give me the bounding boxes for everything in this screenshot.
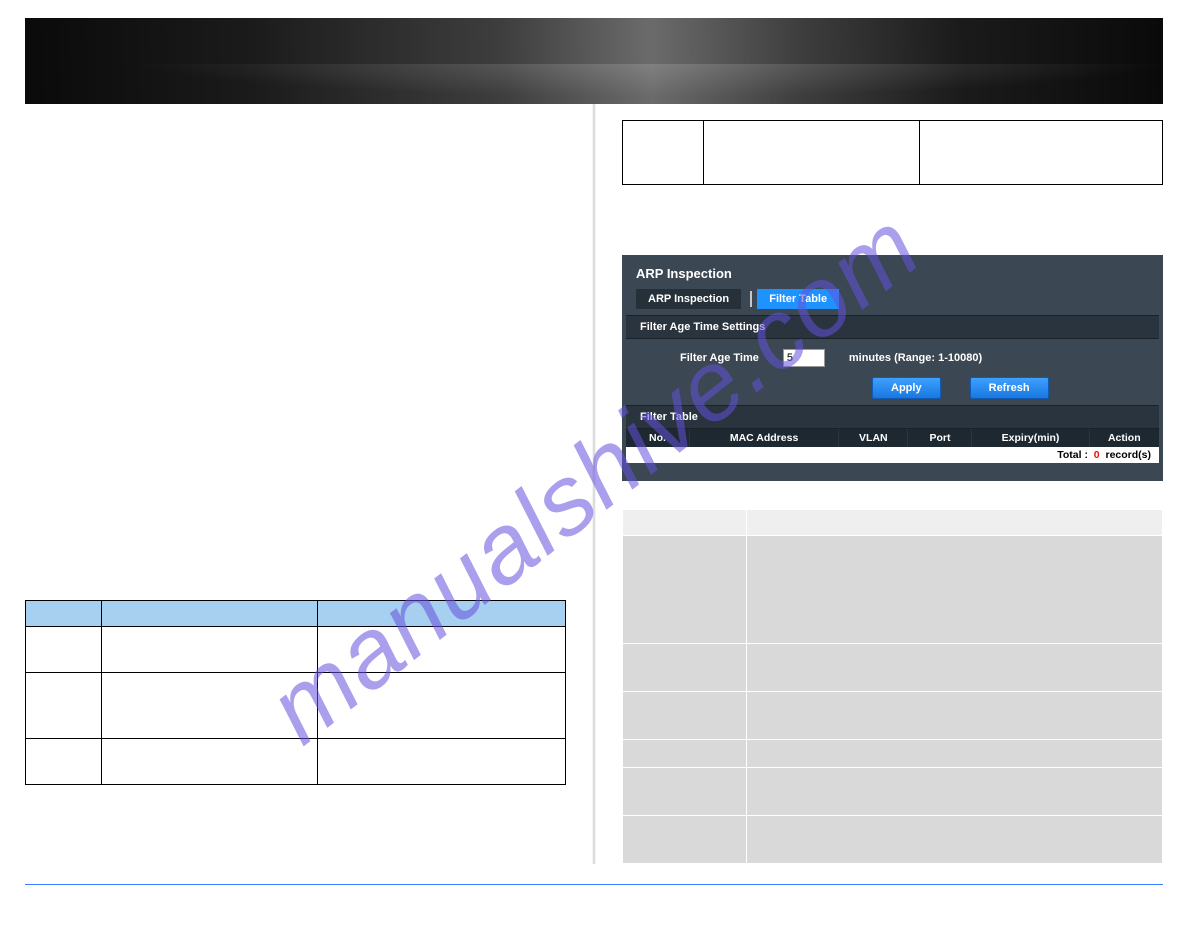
refresh-button[interactable]: Refresh [970,377,1049,399]
col-vlan: VLAN [839,429,908,447]
filter-age-time-input[interactable] [783,349,825,367]
description-table [622,509,1163,864]
filter-age-time-label: Filter Age Time [680,352,759,364]
tab-filter-table[interactable]: Filter Table [757,289,839,309]
section-filter-table: Filter Table [626,405,1159,429]
mini-table [622,120,1163,185]
column-separator [592,104,596,864]
col-no: No. [626,429,690,447]
col-expiry: Expiry(min) [972,429,1089,447]
arp-tab-bar: ARP Inspection Filter Table [622,289,1163,315]
footer-rule [25,884,1163,885]
col-action: Action [1090,429,1159,447]
tab-arp-inspection[interactable]: ARP Inspection [636,289,741,309]
col-port: Port [908,429,972,447]
header-banner [25,18,1163,104]
filter-table-header: No. MAC Address VLAN Port Expiry(min) Ac… [626,429,1159,447]
section-filter-age-time: Filter Age Time Settings [626,315,1159,339]
col-mac-address: MAC Address [690,429,839,447]
arp-inspection-panel: ARP Inspection ARP Inspection Filter Tab… [622,255,1163,481]
apply-button[interactable]: Apply [872,377,941,399]
tab-divider [750,291,752,307]
command-table [25,600,566,785]
filter-age-time-hint: minutes (Range: 1-10080) [849,352,982,364]
arp-panel-title: ARP Inspection [622,261,1163,289]
filter-table-total: Total : 0 record(s) [626,447,1159,463]
